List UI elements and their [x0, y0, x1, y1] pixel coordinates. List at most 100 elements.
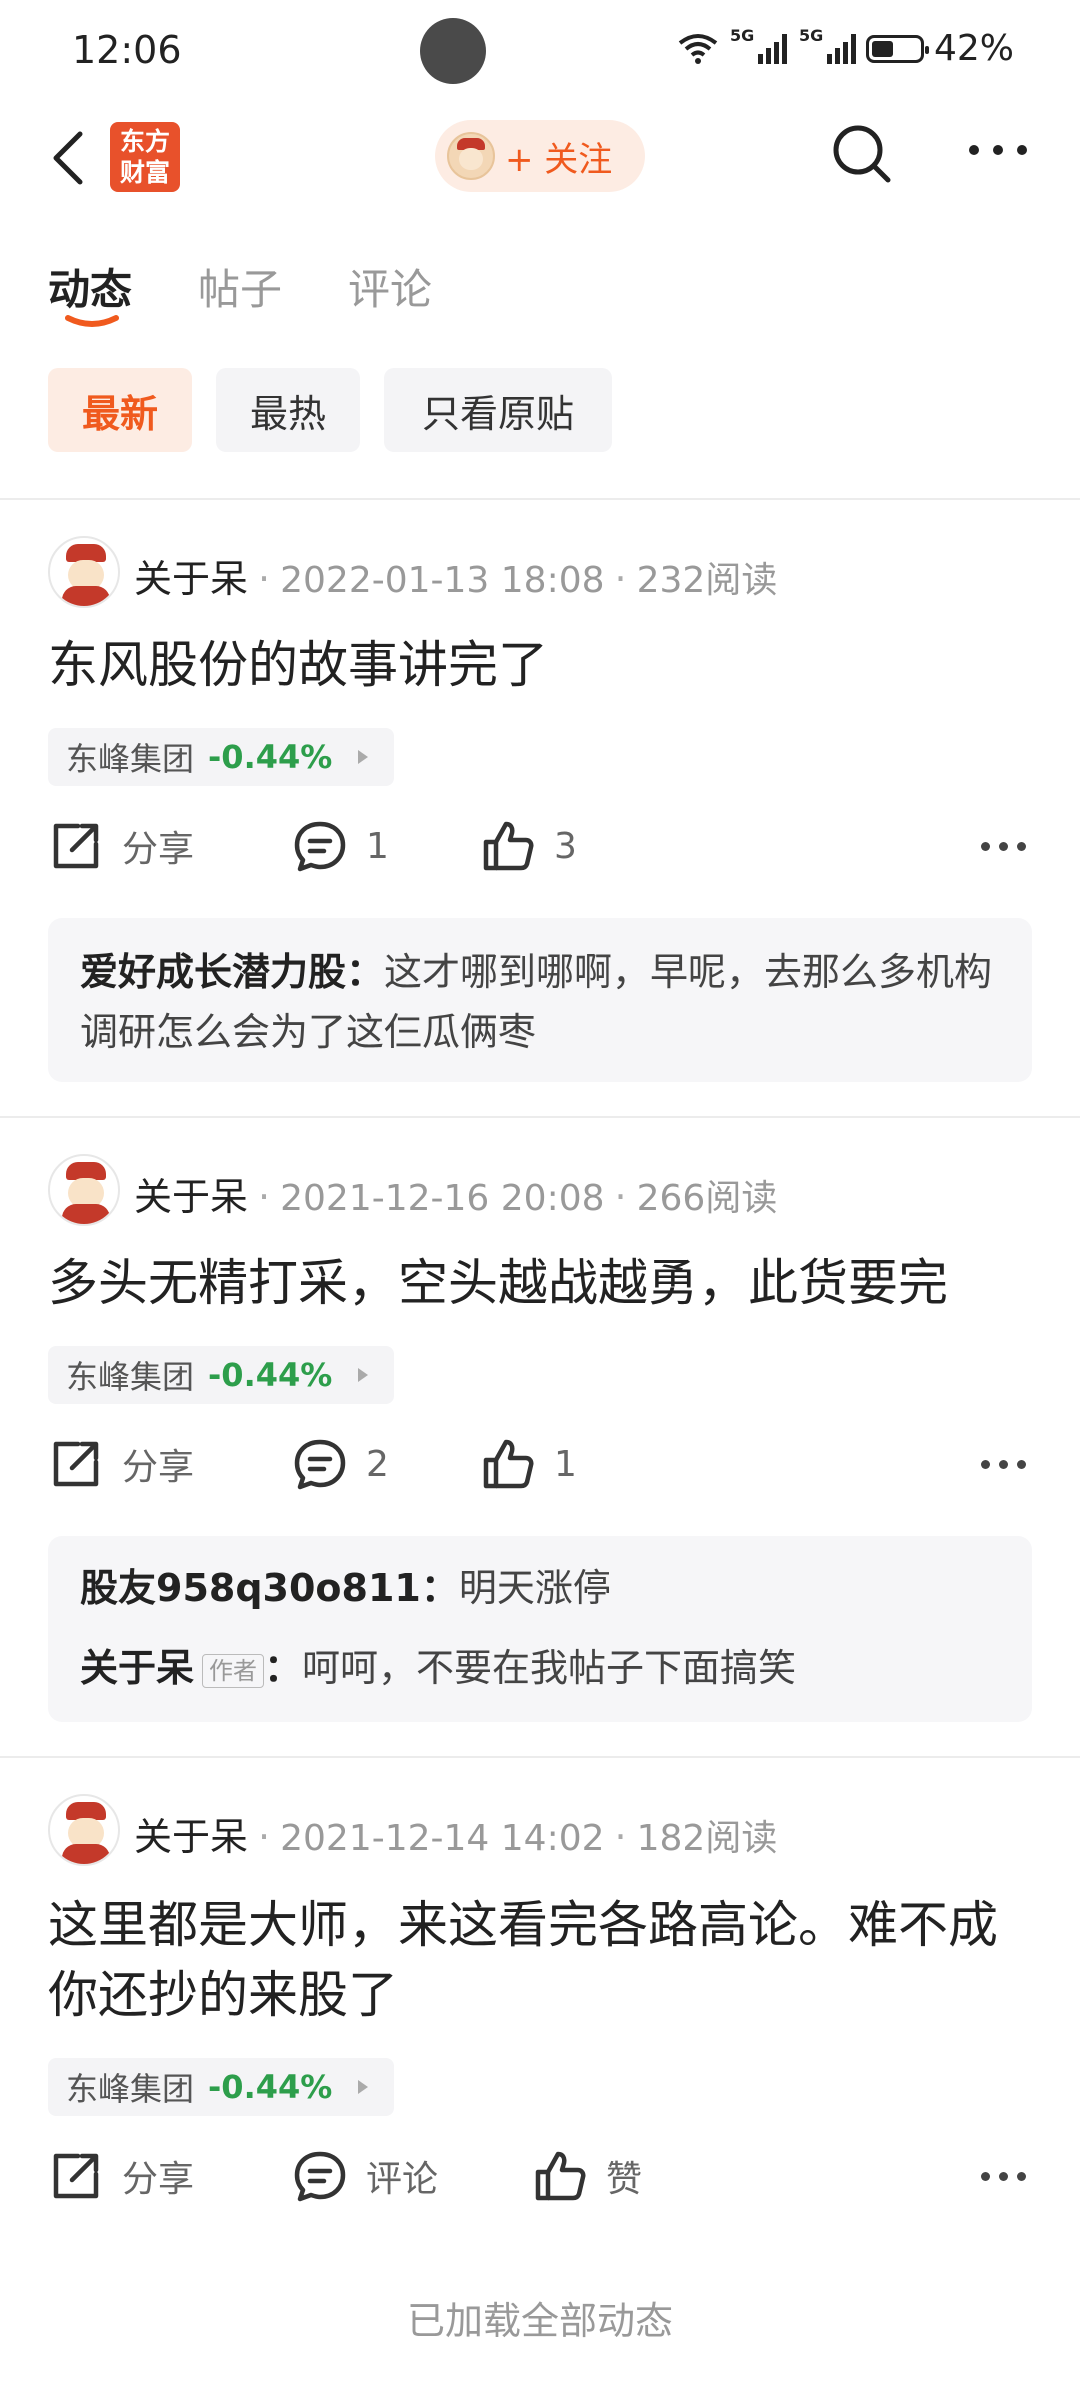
like-button[interactable]: 1 [480, 1436, 577, 1492]
post-more-icon[interactable] [981, 1460, 1026, 1469]
comment-icon [294, 2151, 346, 2202]
comment-row[interactable]: 股友958q30o811：明天涨停 [80, 1548, 1000, 1628]
comment-preview[interactable]: 爱好成长潜力股：这才哪到哪啊，早呢，去那么多机构调研怎么会为了这仨瓜俩枣 [48, 918, 1032, 1082]
comment-icon [294, 1439, 346, 1490]
stock-name: 东峰集团 [66, 2070, 195, 2108]
post-title[interactable]: 东风股份的故事讲完了 [48, 630, 1038, 700]
signal-icon-2: 5G [799, 26, 856, 64]
share-button[interactable]: 分享 [48, 2148, 194, 2204]
comment-icon [294, 821, 346, 872]
post-title[interactable]: 这里都是大师，来这看完各路高论。难不成你还抄的来股了 [48, 1890, 1038, 2030]
post-time: 2022-01-13 18:08 [280, 560, 605, 601]
comment-preview[interactable]: 股友958q30o811：明天涨停 关于呆 作者 ：呵呵，不要在我帖子下面搞笑 [48, 1536, 1032, 1722]
share-label: 分享 [122, 829, 195, 870]
battery-percent: 42% [933, 28, 1014, 69]
share-icon [53, 1441, 99, 1487]
filter-latest[interactable]: 最新 [48, 368, 192, 452]
post-card[interactable]: 关于呆 · 2021-12-16 20:08 · 266阅读 多头无精打采，空头越战越勇… [0, 1118, 1080, 1758]
like-count: 1 [554, 1443, 577, 1485]
search-icon[interactable] [830, 122, 894, 186]
comment-text: 明天涨停 [458, 1566, 611, 1610]
tab-comments[interactable]: 评论 [348, 256, 432, 317]
stock-tag[interactable]: 东峰集团 -0.44% [48, 2058, 394, 2116]
share-label: 分享 [122, 1447, 195, 1488]
chevron-right-icon [358, 1368, 368, 1382]
like-count: 3 [554, 825, 577, 867]
more-options-icon[interactable] [966, 140, 1030, 160]
comment-count: 2 [366, 1443, 389, 1485]
share-label: 分享 [122, 2159, 195, 2200]
comment-row[interactable]: 关于呆 作者 ：呵呵，不要在我帖子下面搞笑 [80, 1628, 1000, 1708]
post-actions: 分享 2 1 [48, 1436, 1038, 1506]
like-button[interactable]: 赞 [532, 2148, 642, 2204]
share-icon [53, 823, 99, 869]
filter-original-only[interactable]: 只看原贴 [384, 368, 612, 452]
wifi-icon [678, 33, 718, 64]
thumbs-up-icon [535, 2151, 586, 2201]
share-button[interactable]: 分享 [48, 818, 194, 874]
comment-count: 1 [366, 825, 389, 867]
colon: ： [420, 1566, 459, 1610]
comment-button[interactable]: 2 [292, 1436, 389, 1492]
post-meta: 关于呆 · 2022-01-13 18:08 · 232阅读 [134, 557, 778, 601]
signal-icon-1: 5G [730, 26, 787, 64]
stock-name: 东峰集团 [66, 1358, 195, 1396]
post-actions: 分享 评论 赞 [48, 2148, 1038, 2218]
status-time: 12:06 [72, 28, 182, 72]
tab-dynamics[interactable]: 动态 [48, 256, 132, 317]
status-icons: 5G 5G 42% [678, 26, 1014, 69]
colon: ： [264, 1646, 303, 1690]
tab-posts[interactable]: 帖子 [198, 256, 282, 317]
author-avatar[interactable] [48, 1154, 120, 1226]
user-avatar-small [447, 132, 495, 180]
tab-active-indicator [65, 315, 119, 327]
colon: ： [346, 950, 385, 994]
author-name[interactable]: 关于呆 [134, 557, 248, 601]
read-count: 266阅读 [636, 1178, 778, 1219]
chevron-right-icon [358, 750, 368, 764]
stock-change: -0.44% [208, 1356, 333, 1394]
post-more-icon[interactable] [981, 2172, 1026, 2181]
commenter-name[interactable]: 关于呆 [80, 1646, 194, 1690]
post-meta: 关于呆 · 2021-12-14 14:02 · 182阅读 [134, 1815, 778, 1859]
comment-button[interactable]: 1 [292, 818, 389, 874]
post-title[interactable]: 多头无精打采，空头越战越勇，此货要完 [48, 1248, 1038, 1318]
share-icon [53, 2153, 99, 2199]
follow-label: + 关注 [505, 139, 613, 180]
end-of-feed-text: 已加载全部动态 [406, 2299, 673, 2343]
post-card[interactable]: 关于呆 · 2022-01-13 18:08 · 232阅读 东风股份的故事讲完了 东峰… [0, 500, 1080, 1118]
share-button[interactable]: 分享 [48, 1436, 194, 1492]
thumbs-up-icon [483, 1439, 534, 1489]
post-card[interactable]: 关于呆 · 2021-12-14 14:02 · 182阅读 这里都是大师，来这看完各路… [0, 1758, 1080, 2218]
read-count: 182阅读 [636, 1818, 778, 1859]
thumbs-up-icon [483, 821, 534, 871]
stock-tag[interactable]: 东峰集团 -0.44% [48, 728, 394, 786]
like-button[interactable]: 3 [480, 818, 577, 874]
back-arrow-icon[interactable] [48, 128, 88, 188]
post-time: 2021-12-14 14:02 [280, 1818, 605, 1859]
filter-hottest[interactable]: 最热 [216, 368, 360, 452]
app-logo: 东方财富 [110, 122, 180, 192]
comment-text: 呵呵，不要在我帖子下面搞笑 [302, 1646, 797, 1690]
comment-button[interactable]: 评论 [292, 2148, 438, 2204]
read-count: 232阅读 [636, 560, 778, 601]
comment-label: 评论 [366, 2159, 439, 2200]
author-name[interactable]: 关于呆 [134, 1815, 248, 1859]
stock-tag[interactable]: 东峰集团 -0.44% [48, 1346, 394, 1404]
stock-change: -0.44% [208, 2068, 333, 2106]
like-label: 赞 [606, 2159, 643, 2200]
follow-button[interactable]: + 关注 [435, 120, 645, 192]
author-avatar[interactable] [48, 1794, 120, 1866]
notification-app-icon [420, 18, 486, 84]
author-avatar[interactable] [48, 536, 120, 608]
author-badge: 作者 [202, 1653, 265, 1688]
commenter-name[interactable]: 股友958q30o811 [80, 1566, 421, 1610]
battery-icon [865, 34, 929, 63]
commenter-name[interactable]: 爱好成长潜力股 [80, 950, 346, 994]
post-more-icon[interactable] [981, 842, 1026, 851]
post-meta: 关于呆 · 2021-12-16 20:08 · 266阅读 [134, 1175, 778, 1219]
post-actions: 分享 1 3 [48, 818, 1038, 888]
logo-text: 东方财富 [119, 127, 170, 187]
author-name[interactable]: 关于呆 [134, 1175, 248, 1219]
chevron-right-icon [358, 2080, 368, 2094]
